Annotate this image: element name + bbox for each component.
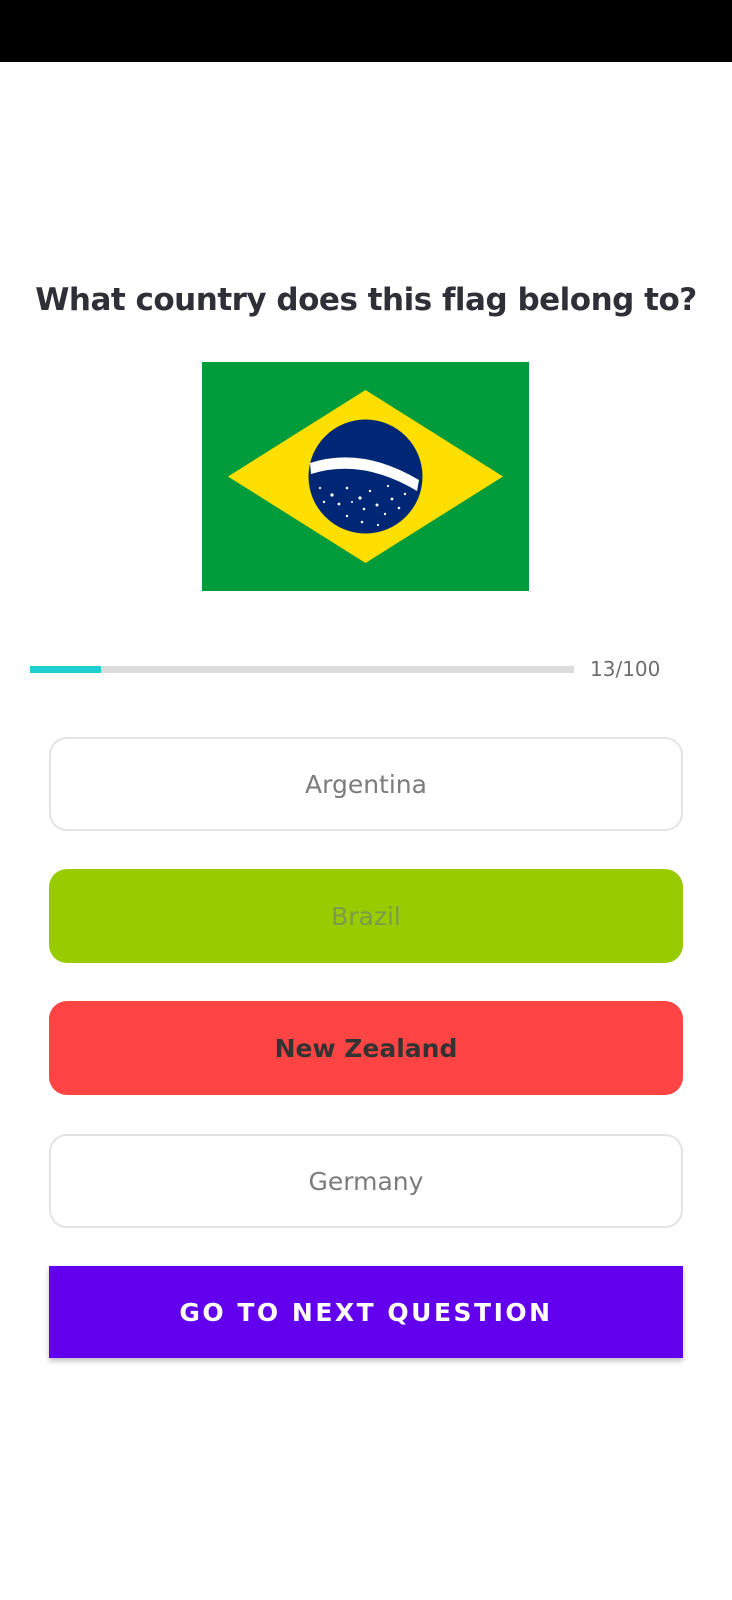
answer-option-germany[interactable]: Germany [49, 1134, 683, 1228]
brazil-flag-icon [202, 362, 529, 591]
progress-bar [30, 666, 574, 673]
status-bar [0, 0, 732, 62]
progress-bar-fill [30, 666, 101, 673]
next-question-button[interactable]: GO TO NEXT QUESTION [49, 1266, 683, 1358]
progress-counter: 13/100 [590, 657, 661, 681]
answer-option-brazil[interactable]: Brazil [49, 869, 683, 963]
answer-option-new-zealand[interactable]: New Zealand [49, 1001, 683, 1095]
answer-option-argentina[interactable]: Argentina [49, 737, 683, 831]
question-text: What country does this flag belong to? [35, 282, 697, 318]
